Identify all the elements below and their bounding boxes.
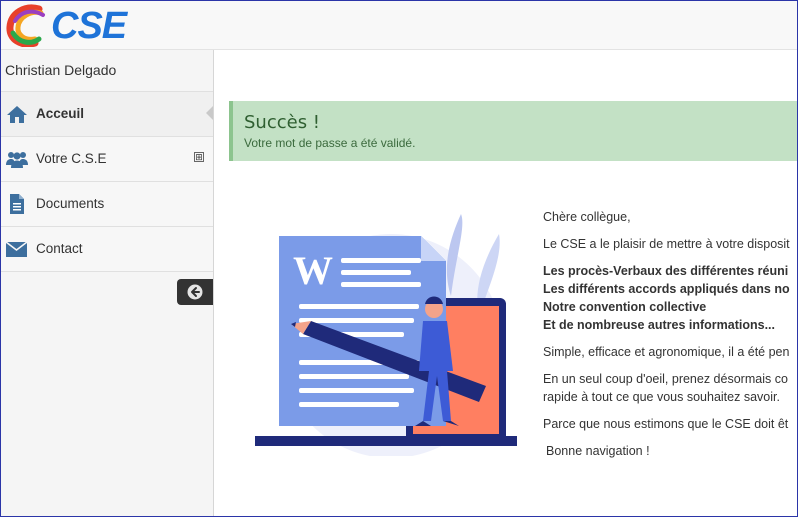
sidebar-menu: Acceuil Votre C.S.E ⊞ Documents Contact <box>1 91 213 272</box>
writing-illustration: W <box>255 214 517 456</box>
logo-text: CSE <box>51 5 127 47</box>
paragraph-2-line-1: En un seul coup d'oeil, prenez désormais… <box>543 372 788 386</box>
sidebar-item-label: Documents <box>36 196 105 211</box>
bullet-item: Notre convention collective <box>543 300 707 314</box>
app-window: CSE Christian Delgado Acceuil Votre C.S.… <box>0 0 798 517</box>
top-bar: CSE <box>1 1 797 50</box>
sidebar-item-votre-cse[interactable]: Votre C.S.E ⊞ <box>1 137 213 182</box>
arrow-left-circle-icon <box>187 284 203 300</box>
paragraph-3: Parce que nous estimons que le CSE doit … <box>543 417 789 431</box>
bullet-item: Les différents accords appliqués dans no <box>543 282 790 296</box>
sidebar-item-label: Votre C.S.E <box>36 151 107 166</box>
document-icon <box>10 194 24 214</box>
sidebar-collapse-button[interactable] <box>177 279 213 305</box>
envelope-icon <box>6 241 28 257</box>
success-alert: Succès ! Votre mot de passe a été validé… <box>229 101 797 161</box>
sidebar-item-contact[interactable]: Contact <box>1 227 213 272</box>
paragraph-2-line-2: rapide à tout ce que vous souhaitez savo… <box>543 390 780 404</box>
alert-title: Succès ! <box>244 112 321 133</box>
sidebar-item-acceuil[interactable]: Acceuil <box>1 92 213 137</box>
sidebar-item-label: Acceuil <box>36 106 85 121</box>
alert-message: Votre mot de passe a été validé. <box>244 136 416 150</box>
users-icon <box>6 152 28 168</box>
sidebar-item-documents[interactable]: Documents <box>1 182 213 227</box>
closing-text: Bonne navigation ! <box>546 444 650 458</box>
welcome-text: Chère collègue, Le CSE a le plaisir de m… <box>543 208 797 460</box>
user-name: Christian Delgado <box>5 62 117 78</box>
bullet-item: Et de nombreuse autres informations... <box>543 318 775 332</box>
svg-text:W: W <box>293 248 333 293</box>
active-indicator <box>206 106 213 120</box>
intro-text: Le CSE a le plaisir de mettre à votre di… <box>543 237 790 251</box>
paragraph-1: Simple, efficace et agronomique, il a ét… <box>543 345 790 359</box>
greeting: Chère collègue, <box>543 210 631 224</box>
bullet-item: Les procès-Verbaux des différentes réuni <box>543 264 789 278</box>
sidebar: Christian Delgado Acceuil Votre C.S.E ⊞ … <box>1 50 214 516</box>
expand-icon[interactable]: ⊞ <box>194 152 204 162</box>
logo-swirl-icon <box>6 4 45 48</box>
home-icon <box>7 106 27 123</box>
cse-logo[interactable]: CSE <box>5 3 127 48</box>
sidebar-item-label: Contact <box>36 241 83 256</box>
